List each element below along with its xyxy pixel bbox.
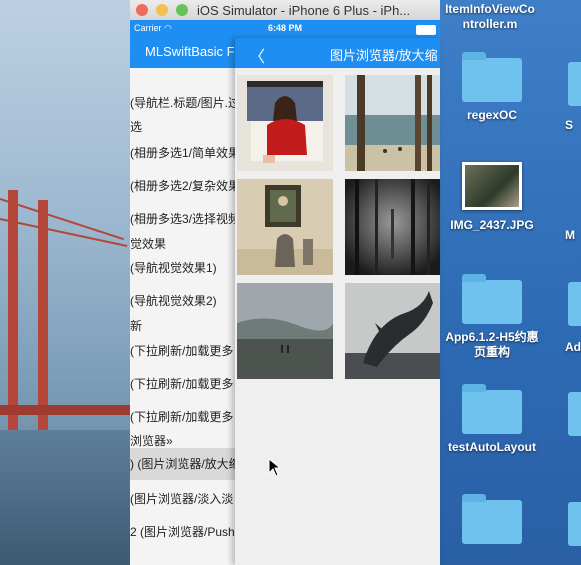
simulator-title: iOS Simulator - iPhone 6 Plus - iPh...: [197, 3, 411, 18]
desktop-folder[interactable]: [437, 494, 547, 550]
battery-icon: [416, 25, 436, 35]
photo-thumbnail[interactable]: [345, 75, 440, 171]
desktop-edge-label: S: [565, 118, 574, 132]
desktop-area: ItemInfoViewCo ntroller.m regexOC IMG_24…: [440, 0, 581, 565]
wifi-icon: ◠: [164, 23, 172, 33]
photo-thumbnail[interactable]: [237, 283, 333, 379]
left-navigation-bar: MLSwiftBasic F: [130, 38, 235, 68]
desktop-file-iteminfoviewcontroller[interactable]: ItemInfoViewCo ntroller.m: [435, 2, 545, 32]
folder-icon: [462, 494, 522, 544]
folder-icon[interactable]: [568, 502, 581, 546]
minimize-window-button[interactable]: [156, 4, 168, 16]
list-item[interactable]: (相册多选1/简单效果: [130, 144, 235, 161]
ios-status-bar: Carrier ◠ 6:48 PM: [130, 20, 440, 38]
desktop-file-img-2437[interactable]: IMG_2437.JPG: [437, 162, 547, 233]
carrier-label: Carrier ◠: [134, 23, 172, 33]
photo-painting: [237, 179, 333, 275]
simulator-titlebar[interactable]: iOS Simulator - iPhone 6 Plus - iPh...: [130, 0, 440, 21]
photo-thumbnail[interactable]: [345, 283, 440, 379]
section-header: 浏览器»: [130, 434, 173, 448]
zoom-window-button[interactable]: [176, 4, 188, 16]
list-item[interactable]: (图片浏览器/淡入淡: [130, 490, 235, 507]
bridge-tower: [8, 190, 18, 430]
list-item[interactable]: (导航视觉效果2): [130, 292, 235, 309]
photo-thumbnail[interactable]: [237, 75, 333, 171]
right-navigation-bar: 〈 图片浏览器/放大缩: [235, 38, 440, 68]
water: [0, 430, 130, 565]
folder-icon[interactable]: [568, 62, 581, 106]
photo-field-landscape: [237, 283, 333, 379]
list-item-selected[interactable]: ) (图片浏览器/放大缩: [130, 448, 235, 480]
bridge-tower: [38, 200, 48, 430]
list-item[interactable]: 2 (图片浏览器/Push: [130, 523, 235, 540]
photo-browser-screen: 〈 图片浏览器/放大缩: [235, 38, 440, 565]
folder-icon: [462, 384, 522, 434]
image-thumbnail-icon: [462, 162, 522, 210]
list-item[interactable]: (下拉刷新/加载更多: [130, 408, 235, 425]
photo-girl-window: [237, 75, 333, 171]
chevron-left-icon[interactable]: 〈: [249, 43, 265, 67]
list-item[interactable]: (相册多选3/选择视频: [130, 210, 235, 227]
section-header: 选: [130, 120, 143, 134]
photo-whale: [345, 283, 440, 379]
folder-icon: [462, 274, 522, 324]
previous-screen: MLSwiftBasic F (导航栏.标题/图片.过 选 (相册多选1/简单效…: [130, 38, 235, 565]
right-nav-title: 图片浏览器/放大缩: [330, 48, 438, 63]
desktop-folder-app612[interactable]: App6.1.2-H5约惠 页重构: [437, 274, 547, 360]
list-item[interactable]: (导航栏.标题/图片.过: [130, 94, 235, 111]
section-header: 新: [130, 319, 143, 333]
list-item[interactable]: (下拉刷新/加载更多: [130, 342, 235, 359]
desktop-edge-label: M: [565, 228, 575, 242]
photo-thumbnail[interactable]: [237, 179, 333, 275]
mouse-cursor: [268, 458, 282, 477]
folder-icon[interactable]: [568, 392, 581, 436]
folder-icon: [462, 52, 522, 102]
desktop-edge-label: Add: [565, 340, 581, 354]
list-item[interactable]: (导航视觉效果1): [130, 259, 235, 276]
bridge-cable: [0, 198, 124, 241]
status-time: 6:48 PM: [268, 23, 303, 33]
section-header: 觉效果: [130, 237, 167, 251]
photo-foggy-forest: [345, 179, 440, 275]
folder-icon[interactable]: [568, 282, 581, 326]
bridge-deck: [0, 405, 130, 415]
photo-lake-trees: [345, 75, 440, 171]
list-item[interactable]: (相册多选2/复杂效果: [130, 177, 235, 194]
close-window-button[interactable]: [136, 4, 148, 16]
desktop-folder-testautolayout[interactable]: testAutoLayout: [437, 384, 547, 455]
left-nav-title: MLSwiftBasic F: [145, 44, 235, 59]
desktop-folder-regexoc[interactable]: regexOC: [437, 52, 547, 123]
list-item[interactable]: (下拉刷新/加载更多: [130, 375, 235, 392]
photo-thumbnail[interactable]: [345, 179, 440, 275]
